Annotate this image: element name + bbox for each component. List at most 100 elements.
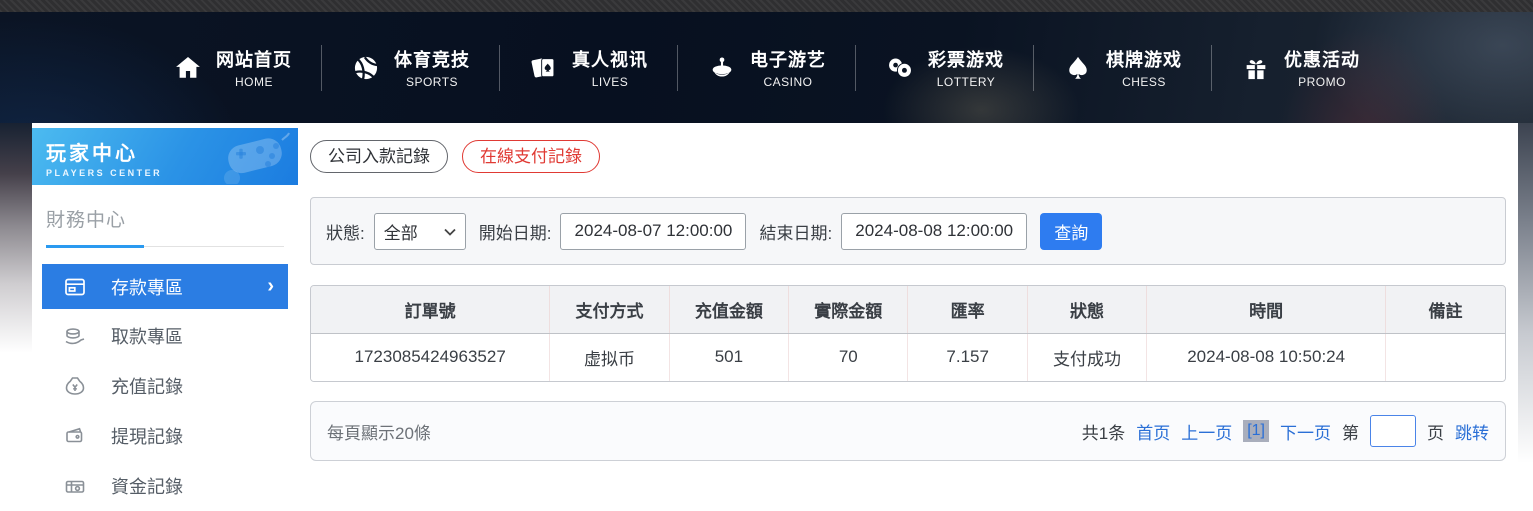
next-page-link[interactable]: 下一页 [1280,419,1331,444]
column-header-time: 時間 [1147,286,1386,333]
column-header-recharge-amount: 充值金額 [669,286,788,333]
cell-status: 支付成功 [1027,333,1146,381]
finance-underline [46,245,284,248]
prev-page-link[interactable]: 上一页 [1181,419,1232,444]
sidebar-item-label: 資金記錄 [111,473,183,499]
nav-label: 棋牌游戏 CHESS [1106,46,1182,89]
sports-ball-icon [351,53,381,83]
main-content: 公司入款記錄 在線支付記錄 狀態: 全部 開始日期: 結束日期: 查詢 訂單號 … [310,128,1506,461]
playing-cards-icon [529,53,559,83]
nav-item-casino[interactable]: 电子游艺 CASINO [678,46,855,89]
lottery-balls-icon [885,53,915,83]
nav-label: 体育竞技 SPORTS [394,46,470,89]
tab-online-payment-records[interactable]: 在線支付記錄 [462,140,600,173]
nav-list: 网站首页 HOME 体育竞技 SPORTS 真人视讯 [144,45,1389,91]
nav-label-zh: 网站首页 [216,46,292,72]
money-bag-icon [63,374,87,398]
per-page-text: 每頁顯示20條 [327,419,431,444]
jump-link[interactable]: 跳转 [1455,419,1489,444]
end-date-label: 結束日期: [759,219,832,244]
deposit-card-icon [63,275,87,299]
nav-label-en: CHESS [1106,75,1182,89]
pagination-bar: 每頁顯示20條 共1条 首页 上一页 [1] 下一页 第 页 跳转 [310,401,1506,461]
first-page-link[interactable]: 首页 [1136,419,1170,444]
sidebar-item-label: 存款專區 [111,274,183,300]
cell-order-no: 1723085424963527 [311,333,550,381]
nav-label: 网站首页 HOME [216,46,292,89]
sidebar-item-label: 提現記錄 [111,423,183,449]
column-header-order-no: 訂單號 [311,286,550,333]
nav-label-en: CASINO [750,75,826,89]
column-header-payment-method: 支付方式 [550,286,669,333]
background-left-edge [0,123,32,353]
gift-icon [1241,53,1271,83]
cell-payment-method: 虚拟币 [550,333,669,381]
column-header-actual-amount: 實際金額 [789,286,908,333]
tab-company-deposit-records[interactable]: 公司入款記錄 [310,140,448,173]
table-row: 1723085424963527 虚拟币 501 70 7.157 支付成功 2… [311,333,1505,381]
spade-icon [1063,53,1093,83]
nav-item-home[interactable]: 网站首页 HOME [144,46,321,89]
column-header-status: 狀態 [1027,286,1146,333]
players-center-sidebar: 玩家中心 PLAYERS CENTER 財務中心 [32,128,298,499]
status-select-value: 全部 [384,219,418,244]
start-date-label: 開始日期: [479,219,552,244]
home-icon [173,53,203,83]
filter-panel: 狀態: 全部 開始日期: 結束日期: 查詢 [310,197,1506,265]
nav-label-en: HOME [216,75,292,89]
sidebar-item-recharge-records[interactable]: 充值記錄 [32,361,298,411]
finance-center-title: 財務中心 [46,205,284,232]
nav-label-zh: 体育竞技 [394,46,470,72]
sidebar-item-withdraw[interactable]: 取款專區 [32,311,298,361]
nav-label: 电子游艺 CASINO [750,46,826,89]
nav-item-lottery[interactable]: 彩票游戏 LOTTERY [856,46,1033,89]
status-select[interactable]: 全部 [374,213,466,250]
sidebar-item-funds-records[interactable]: 資金記錄 [32,461,298,511]
page-number-input[interactable] [1370,415,1416,447]
finance-section: 財務中心 [32,185,298,248]
nav-label-en: PROMO [1284,75,1360,89]
page-suffix-label: 页 [1427,419,1444,444]
current-page-indicator: [1] [1243,420,1269,442]
sidebar-item-label: 充值記錄 [111,373,183,399]
hand-coins-icon [63,324,87,348]
page-prefix-label: 第 [1342,419,1359,444]
banknote-icon [63,474,87,498]
search-button[interactable]: 查詢 [1040,213,1102,250]
nav-label-zh: 彩票游戏 [928,46,1004,72]
cell-actual-amount: 70 [789,333,908,381]
nav-label-en: SPORTS [394,75,470,89]
top-dark-strip [0,0,1533,12]
chevron-down-icon [444,221,456,241]
cell-time: 2024-08-08 10:50:24 [1147,333,1386,381]
end-date-input[interactable] [841,213,1027,250]
spinning-top-icon [707,53,737,83]
sidebar-item-withdrawal-records[interactable]: 提現記錄 [32,411,298,461]
column-header-remark: 備註 [1386,286,1505,333]
nav-label: 彩票游戏 LOTTERY [928,46,1004,89]
nav-item-promo[interactable]: 优惠活动 PROMO [1212,46,1389,89]
pager-controls: 共1条 首页 上一页 [1] 下一页 第 页 跳转 [1082,415,1489,447]
nav-label: 优惠活动 PROMO [1284,46,1360,89]
gamepad-icon [198,132,290,185]
nav-item-lives[interactable]: 真人视讯 LIVES [500,46,677,89]
record-tabs: 公司入款記錄 在線支付記錄 [310,140,1506,173]
wallet-icon [63,424,87,448]
nav-item-sports[interactable]: 体育竞技 SPORTS [322,46,499,89]
nav-label-en: LIVES [572,75,648,89]
sidebar-item-label: 取款專區 [111,323,183,349]
nav-label-zh: 电子游艺 [750,46,826,72]
table-header-row: 訂單號 支付方式 充值金額 實際金額 匯率 狀態 時間 備註 [311,286,1505,333]
background-right-edge [1518,123,1533,463]
chevron-right-icon: › [267,275,274,298]
nav-label: 真人视讯 LIVES [572,46,648,89]
nav-label-zh: 棋牌游戏 [1106,46,1182,72]
nav-item-chess[interactable]: 棋牌游戏 CHESS [1034,46,1211,89]
start-date-input[interactable] [560,213,746,250]
cell-remark [1386,333,1505,381]
records-table: 訂單號 支付方式 充值金額 實際金額 匯率 狀態 時間 備註 172308542… [310,285,1506,382]
column-header-exchange-rate: 匯率 [908,286,1027,333]
main-navbar: 网站首页 HOME 体育竞技 SPORTS 真人视讯 [0,12,1533,123]
sidebar-item-deposit[interactable]: 存款專區 › [42,264,288,309]
nav-label-zh: 真人视讯 [572,46,648,72]
